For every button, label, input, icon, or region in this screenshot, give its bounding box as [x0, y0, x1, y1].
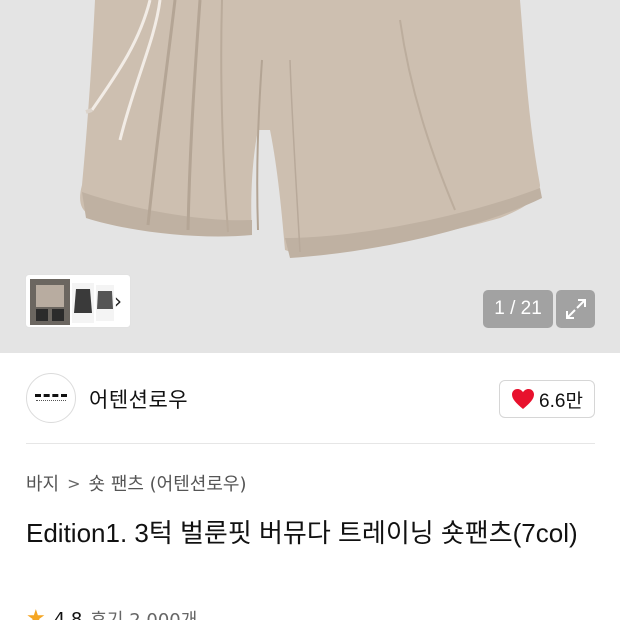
chevron-right-icon: >	[67, 473, 81, 493]
breadcrumb-item-subcategory[interactable]: 숏 팬츠 (어텐션로우)	[89, 470, 247, 496]
product-image-gallery[interactable]: › 1 / 21	[0, 0, 620, 353]
brand-name[interactable]: 어텐션로우	[89, 384, 188, 414]
thumbnail-strip[interactable]: ›	[25, 274, 131, 328]
like-count: 6.6만	[539, 390, 583, 412]
breadcrumb: 바지 > 숏 팬츠 (어텐션로우)	[26, 470, 247, 496]
expand-button[interactable]	[556, 290, 595, 328]
rating-row[interactable]: ★ 4.8 후기 2,000개	[26, 606, 197, 620]
like-button[interactable]: 6.6만	[499, 380, 595, 418]
review-count[interactable]: 후기 2,000개	[90, 606, 197, 620]
breadcrumb-item-category[interactable]: 바지	[26, 470, 59, 496]
brand-row: 어텐션로우 6.6만	[0, 353, 620, 443]
star-icon: ★	[26, 606, 46, 620]
rating-score: 4.8	[53, 608, 83, 620]
divider	[26, 443, 595, 444]
expand-icon	[565, 299, 586, 319]
product-title: Edition1. 3턱 벌룬핏 버뮤다 트레이닝 숏팬츠(7col)	[26, 518, 578, 548]
heart-icon	[512, 389, 535, 409]
image-counter: 1 / 21	[483, 290, 553, 328]
thumbnail-next-icon[interactable]: ›	[114, 289, 122, 313]
brand-logo[interactable]	[26, 373, 76, 423]
